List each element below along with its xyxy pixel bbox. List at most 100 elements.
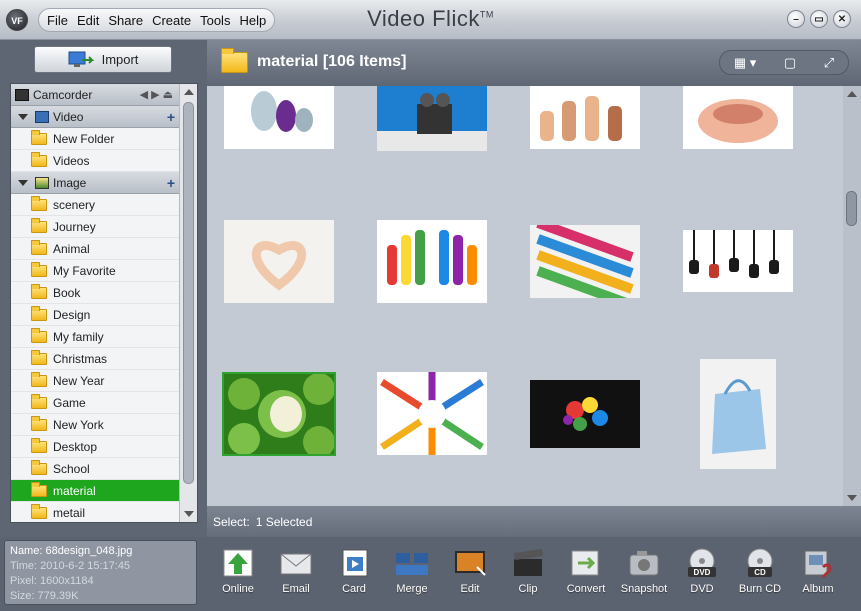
file-size: Size: 779.39K [10, 590, 79, 602]
import-button[interactable]: Import [34, 46, 172, 73]
tree-item-label: scenery [53, 197, 96, 212]
album-button[interactable]: Album [789, 537, 847, 609]
select-label: Select: [213, 514, 250, 529]
thumbnail[interactable] [530, 380, 640, 448]
tree-item-videos[interactable]: Videos [11, 150, 179, 172]
card-icon [342, 549, 368, 577]
add-video-folder-icon[interactable]: + [167, 109, 175, 125]
burn-cd-button[interactable]: CD Burn CD [731, 537, 789, 609]
tree-item-label: metail [53, 505, 86, 520]
thumbnail[interactable] [377, 372, 487, 455]
folder-tree: Camcorder ◀ ▶ ⏏ Video + New Folder Video… [10, 83, 198, 523]
merge-button[interactable]: Merge [383, 537, 441, 609]
tool-label: Card [342, 583, 366, 595]
tree-item-new-folder[interactable]: New Folder [11, 128, 179, 150]
scroll-down-icon[interactable] [847, 495, 857, 501]
single-view-icon[interactable]: ▢ [784, 55, 796, 71]
tree-item-my-favorite[interactable]: My Favorite [11, 260, 179, 282]
thumbnail[interactable] [530, 86, 640, 149]
convert-button[interactable]: Convert [557, 537, 615, 609]
import-icon [68, 51, 94, 67]
tree-item-metail[interactable]: metail [11, 502, 179, 522]
tree-image-group[interactable]: Image + [11, 172, 179, 194]
tree-item-game[interactable]: Game [11, 392, 179, 414]
selection-status-bar: Select: 1 Selected [207, 506, 861, 537]
card-button[interactable]: Card [325, 537, 383, 609]
thumbnail[interactable] [377, 86, 487, 151]
tree-camcorder[interactable]: Camcorder ◀ ▶ ⏏ [11, 84, 179, 106]
title-bar: VF File Edit Share Create Tools Help Vid… [0, 0, 861, 40]
thumbnail[interactable] [377, 220, 487, 303]
fullscreen-icon[interactable]: ⤢ [824, 55, 834, 71]
add-image-folder-icon[interactable]: + [167, 175, 175, 191]
snapshot-button[interactable]: Snapshot [615, 537, 673, 609]
merge-icon [396, 553, 428, 575]
thumb-thumbs-up-hands [530, 86, 640, 149]
tree-item-new-year[interactable]: New Year [11, 370, 179, 392]
edit-button[interactable]: Edit [441, 537, 499, 609]
collapse-icon[interactable] [18, 179, 28, 186]
tree-item-christmas[interactable]: Christmas [11, 348, 179, 370]
tree-scrollbar[interactable] [179, 84, 197, 522]
thumb-cupped-hands [683, 86, 793, 149]
tree-item-my-family[interactable]: My family [11, 326, 179, 348]
thumbnail[interactable] [700, 359, 776, 469]
tree-item-journey[interactable]: Journey [11, 216, 179, 238]
content-scroll-thumb[interactable] [846, 191, 857, 226]
minimize-button[interactable]: – [787, 10, 805, 28]
scroll-up-icon[interactable] [184, 89, 194, 95]
thumbnail[interactable] [224, 86, 334, 149]
thumb-painted-hands [377, 220, 487, 303]
folder-icon [31, 481, 47, 497]
snapshot-icon [629, 551, 659, 576]
tree-item-desktop[interactable]: Desktop [11, 436, 179, 458]
thumbnail[interactable] [530, 225, 640, 298]
online-button[interactable]: Online [209, 537, 267, 609]
thumbnail[interactable] [683, 230, 793, 292]
email-icon [280, 553, 312, 575]
tree-item-book[interactable]: Book [11, 282, 179, 304]
tree-item-label: Videos [53, 153, 90, 168]
folder-icon [31, 327, 47, 343]
folder-icon [31, 349, 47, 365]
tree-item-new-york[interactable]: New York [11, 414, 179, 436]
tree-video-group[interactable]: Video + [11, 106, 179, 128]
dvd-button[interactable]: DVD DVD [673, 537, 731, 609]
file-name: Name: 68design_048.jpg [10, 545, 133, 557]
maximize-button[interactable]: ▭ [810, 10, 828, 28]
tool-label: Edit [460, 583, 480, 595]
tool-label: Burn CD [738, 583, 782, 595]
email-button[interactable]: Email [267, 537, 325, 609]
thumbnail[interactable] [224, 220, 334, 303]
tree-item-design[interactable]: Design [11, 304, 179, 326]
tool-label: DVD [690, 583, 714, 595]
content-scrollbar[interactable] [843, 86, 861, 506]
svg-text:CD: CD [754, 568, 766, 577]
scroll-up-icon[interactable] [847, 91, 857, 97]
grid-view-icon[interactable]: ▦ ▾ [734, 55, 756, 71]
edit-icon [455, 551, 486, 576]
thumbnail-selected[interactable] [222, 372, 336, 456]
tree-scroll-thumb[interactable] [183, 102, 194, 484]
dvd-icon: DVD [688, 548, 716, 577]
tree-item-animal[interactable]: Animal [11, 238, 179, 260]
thumbnail[interactable] [683, 86, 793, 149]
tool-label: Snapshot [620, 583, 668, 595]
import-label: Import [101, 52, 139, 67]
close-button[interactable]: ✕ [833, 10, 851, 28]
tree-item-material[interactable]: material [11, 480, 179, 502]
window-controls: – ▭ ✕ [787, 10, 851, 28]
folder-icon [31, 437, 47, 453]
tree-item-label: New Folder [53, 131, 115, 146]
camcorder-nav-icons[interactable]: ◀ ▶ ⏏ [140, 88, 173, 101]
tree-item-scenery[interactable]: scenery [11, 194, 179, 216]
video-group-icon [35, 110, 49, 123]
scroll-down-icon[interactable] [184, 511, 194, 517]
collapse-icon[interactable] [18, 113, 28, 120]
tree-item-school[interactable]: School [11, 458, 179, 480]
clip-button[interactable]: Clip [499, 537, 557, 609]
folder-icon [31, 151, 47, 167]
thumb-glass-bottles [224, 86, 334, 149]
thumb-color-pencils [377, 372, 487, 455]
tree-item-label: Animal [53, 241, 90, 256]
